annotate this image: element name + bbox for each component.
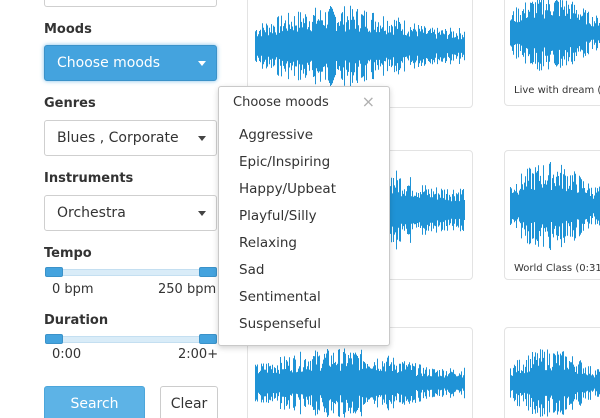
- mood-option[interactable]: Playful/Silly: [219, 203, 389, 230]
- mood-option[interactable]: Relaxing: [219, 230, 389, 257]
- dropdown-title: Choose moods: [233, 95, 329, 110]
- previous-field[interactable]: [44, 0, 217, 7]
- tempo-max-handle[interactable]: [199, 267, 217, 277]
- track-title[interactable]: World Class (0:31 ): [514, 263, 600, 274]
- instruments-select[interactable]: Orchestra: [44, 195, 217, 231]
- search-button[interactable]: Search: [44, 386, 145, 418]
- mood-option[interactable]: Suspenseful: [219, 311, 389, 338]
- tempo-min-label: 0 bpm: [52, 282, 94, 297]
- moods-select-button[interactable]: Choose moods: [44, 45, 217, 81]
- mood-option[interactable]: Sentimental: [219, 284, 389, 311]
- genres-label: Genres: [44, 96, 96, 111]
- track-title[interactable]: Live with dream (3:: [514, 85, 600, 96]
- track-card[interactable]: [504, 327, 600, 418]
- duration-min-label: 0:00: [52, 347, 82, 362]
- moods-option-list: Aggressive Epic/Inspiring Happy/Upbeat P…: [219, 122, 389, 338]
- waveform[interactable]: [510, 0, 600, 73]
- mood-option[interactable]: Happy/Upbeat: [219, 176, 389, 203]
- tempo-max-label: 250 bpm: [158, 282, 217, 297]
- caret-down-icon: [198, 211, 206, 216]
- tempo-min-handle[interactable]: [45, 267, 63, 277]
- instruments-select-text: Orchestra: [57, 205, 126, 221]
- tempo-label: Tempo: [44, 246, 92, 261]
- moods-label: Moods: [44, 22, 92, 37]
- duration-label: Duration: [44, 313, 109, 328]
- caret-down-icon: [198, 61, 206, 66]
- caret-down-icon: [198, 136, 206, 141]
- duration-max-label: 2:00+: [178, 347, 219, 362]
- waveform[interactable]: [510, 161, 600, 251]
- mood-option[interactable]: Aggressive: [219, 122, 389, 149]
- duration-max-handle[interactable]: [199, 334, 217, 344]
- music-search-page: Moods Choose moods Genres Blues , Corpor…: [0, 0, 600, 418]
- close-icon[interactable]: ×: [362, 93, 375, 111]
- waveform[interactable]: [255, 348, 465, 418]
- waveform[interactable]: [255, 5, 465, 87]
- genres-select[interactable]: Blues , Corporate: [44, 120, 217, 156]
- waveform[interactable]: [510, 348, 600, 418]
- moods-dropdown: Choose moods × Aggressive Epic/Inspiring…: [218, 86, 390, 346]
- duration-slider-track[interactable]: [45, 336, 217, 343]
- genres-select-text: Blues , Corporate: [57, 130, 179, 146]
- track-card[interactable]: World Class (0:31 ): [504, 150, 600, 280]
- moods-select-text: Choose moods: [57, 55, 161, 71]
- dropdown-header: Choose moods ×: [219, 87, 389, 119]
- mood-option[interactable]: Epic/Inspiring: [219, 149, 389, 176]
- mood-option[interactable]: Sad: [219, 257, 389, 284]
- track-card[interactable]: Live with dream (3:: [504, 0, 600, 106]
- tempo-slider-track[interactable]: [45, 269, 217, 276]
- instruments-label: Instruments: [44, 171, 134, 186]
- duration-min-handle[interactable]: [45, 334, 63, 344]
- clear-button[interactable]: Clear: [160, 386, 218, 418]
